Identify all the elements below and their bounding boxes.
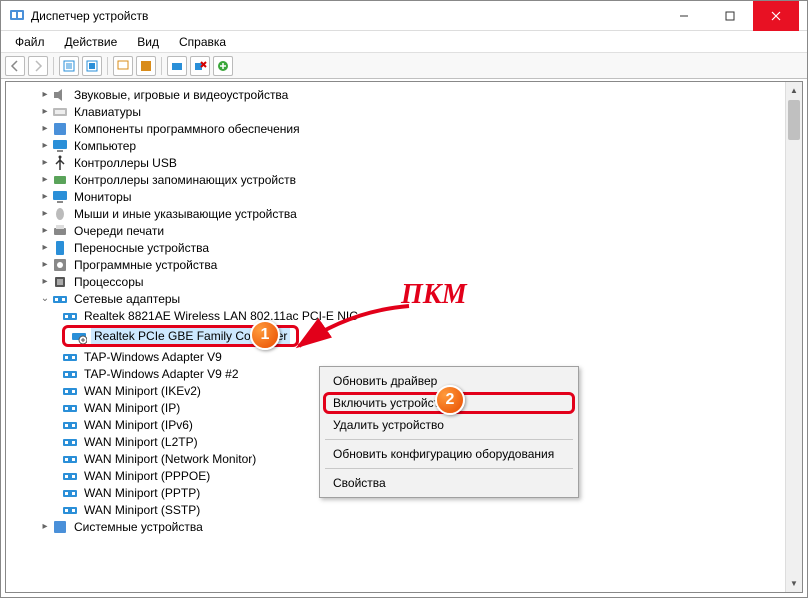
separator bbox=[161, 57, 162, 75]
tree-category[interactable]: ▸Контроллеры USB bbox=[10, 154, 802, 171]
tree-category[interactable]: ▸Контроллеры запоминающих устройств bbox=[10, 171, 802, 188]
ctx-scan-hardware[interactable]: Обновить конфигурацию оборудования bbox=[323, 443, 575, 465]
network-adapter-icon bbox=[62, 485, 78, 501]
expand-icon[interactable]: ▸ bbox=[38, 225, 52, 236]
uninstall-button[interactable] bbox=[190, 56, 210, 76]
tree-category[interactable]: ▸Мониторы bbox=[10, 188, 802, 205]
annotation-badge-1: 1 bbox=[250, 320, 280, 350]
network-adapter-icon bbox=[62, 308, 78, 324]
tree-category[interactable]: ▸Звуковые, игровые и видеоустройства bbox=[10, 86, 802, 103]
tree-category[interactable]: ▸Программные устройства bbox=[10, 256, 802, 273]
expand-icon[interactable]: ▸ bbox=[38, 123, 52, 134]
toolbar bbox=[1, 53, 807, 79]
window-title: Диспетчер устройств bbox=[31, 9, 661, 23]
close-button[interactable] bbox=[753, 1, 799, 31]
tree-category[interactable]: ▸Системные устройства bbox=[10, 518, 802, 535]
ctx-properties[interactable]: Свойства bbox=[323, 472, 575, 494]
window-buttons bbox=[661, 1, 799, 31]
expand-icon[interactable]: ▸ bbox=[38, 106, 52, 117]
scan-button[interactable] bbox=[167, 56, 187, 76]
tree-category[interactable]: ▸Компоненты программного обеспечения bbox=[10, 120, 802, 137]
separator bbox=[325, 439, 573, 440]
toolbar-button-3[interactable] bbox=[113, 56, 133, 76]
menu-file[interactable]: Файл bbox=[7, 33, 53, 51]
annotation-text: ПКМ bbox=[401, 279, 467, 311]
separator bbox=[325, 468, 573, 469]
scroll-thumb[interactable] bbox=[788, 100, 800, 140]
expand-icon[interactable]: ▸ bbox=[38, 208, 52, 219]
forward-button[interactable] bbox=[28, 56, 48, 76]
annotation-badge-2: 2 bbox=[435, 385, 465, 415]
network-adapter-disabled-icon bbox=[71, 328, 87, 344]
network-adapter-icon bbox=[62, 434, 78, 450]
system-icon bbox=[52, 519, 68, 535]
enable-button[interactable] bbox=[213, 56, 233, 76]
app-icon bbox=[9, 8, 25, 24]
network-adapter-icon bbox=[62, 400, 78, 416]
separator bbox=[53, 57, 54, 75]
tree-item[interactable]: WAN Miniport (SSTP) bbox=[10, 501, 802, 518]
expand-icon[interactable]: ▸ bbox=[38, 191, 52, 202]
expand-icon[interactable]: ▸ bbox=[38, 276, 52, 287]
tree-category[interactable]: ▸Мыши и иные указывающие устройства bbox=[10, 205, 802, 222]
menubar: Файл Действие Вид Справка bbox=[1, 31, 807, 53]
device-tree-panel: ▸Звуковые, игровые и видеоустройства ▸Кл… bbox=[5, 81, 803, 593]
expand-icon[interactable]: ▸ bbox=[38, 157, 52, 168]
cpu-icon bbox=[52, 274, 68, 290]
scroll-down-icon[interactable]: ▼ bbox=[786, 575, 802, 592]
monitor-icon bbox=[52, 189, 68, 205]
menu-action[interactable]: Действие bbox=[57, 33, 126, 51]
keyboard-icon bbox=[52, 104, 68, 120]
network-adapter-icon bbox=[62, 451, 78, 467]
expand-icon[interactable]: ▸ bbox=[38, 174, 52, 185]
expand-icon[interactable]: ▸ bbox=[38, 89, 52, 100]
toolbar-button-1[interactable] bbox=[59, 56, 79, 76]
tree-category[interactable]: ▸Переносные устройства bbox=[10, 239, 802, 256]
back-button[interactable] bbox=[5, 56, 25, 76]
menu-help[interactable]: Справка bbox=[171, 33, 234, 51]
vertical-scrollbar[interactable]: ▲ ▼ bbox=[785, 82, 802, 592]
printer-icon bbox=[52, 223, 68, 239]
network-adapter-icon bbox=[62, 468, 78, 484]
scroll-up-icon[interactable]: ▲ bbox=[786, 82, 802, 99]
usb-icon bbox=[52, 155, 68, 171]
tree-category[interactable]: ▸Компьютер bbox=[10, 137, 802, 154]
toolbar-button-2[interactable] bbox=[82, 56, 102, 76]
controller-icon bbox=[52, 172, 68, 188]
network-adapter-icon bbox=[62, 383, 78, 399]
tree-item-selected[interactable]: Realtek PCIe GBE Family Controller bbox=[10, 324, 802, 348]
tree-category[interactable]: ▸Очереди печати bbox=[10, 222, 802, 239]
minimize-button[interactable] bbox=[661, 1, 707, 31]
tree-category[interactable]: ▸Клавиатуры bbox=[10, 103, 802, 120]
portable-icon bbox=[52, 240, 68, 256]
software-icon bbox=[52, 257, 68, 273]
expand-icon[interactable]: ▸ bbox=[38, 140, 52, 151]
mouse-icon bbox=[52, 206, 68, 222]
component-icon bbox=[52, 121, 68, 137]
expand-icon[interactable]: ▸ bbox=[38, 259, 52, 270]
titlebar: Диспетчер устройств bbox=[1, 1, 807, 31]
network-adapter-icon bbox=[62, 366, 78, 382]
speaker-icon bbox=[52, 87, 68, 103]
network-adapter-icon bbox=[62, 502, 78, 518]
separator bbox=[107, 57, 108, 75]
ctx-uninstall-device[interactable]: Удалить устройство bbox=[323, 414, 575, 436]
monitor-icon bbox=[52, 138, 68, 154]
tree-item[interactable]: TAP-Windows Adapter V9 bbox=[10, 348, 802, 365]
expand-icon[interactable]: ▸ bbox=[38, 242, 52, 253]
menu-view[interactable]: Вид bbox=[129, 33, 167, 51]
collapse-icon[interactable]: ⌄ bbox=[38, 293, 52, 304]
toolbar-button-4[interactable] bbox=[136, 56, 156, 76]
expand-icon[interactable]: ▸ bbox=[38, 521, 52, 532]
network-adapter-icon bbox=[62, 349, 78, 365]
network-adapter-icon bbox=[62, 417, 78, 433]
device-manager-window: Диспетчер устройств Файл Действие Вид Сп… bbox=[0, 0, 808, 598]
maximize-button[interactable] bbox=[707, 1, 753, 31]
network-icon bbox=[52, 291, 68, 307]
